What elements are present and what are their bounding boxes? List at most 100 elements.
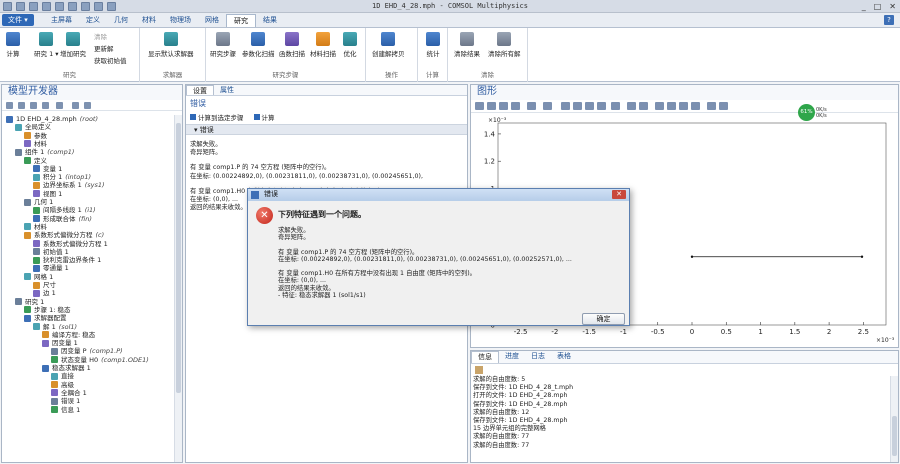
tab-results[interactable]: 结果 bbox=[256, 14, 284, 27]
tree-node[interactable]: 材料 bbox=[24, 140, 47, 148]
tab-study[interactable]: 研究 bbox=[226, 14, 256, 27]
select-icon[interactable] bbox=[543, 102, 552, 110]
tree-node[interactable]: 编译方程: 稳态 bbox=[42, 331, 95, 339]
tree-node[interactable]: 因变量 1 bbox=[42, 339, 78, 347]
study-dropdown-button[interactable]: 研究 1 ▾ bbox=[34, 32, 59, 58]
tab-geometry[interactable]: 几何 bbox=[107, 14, 135, 27]
clear-button[interactable]: 清除 bbox=[94, 31, 107, 41]
view-icon[interactable] bbox=[561, 102, 570, 110]
material-sweep-button[interactable]: 材料扫描 bbox=[310, 32, 336, 58]
move-up-icon[interactable] bbox=[30, 102, 37, 109]
clear-messages-icon[interactable] bbox=[475, 366, 483, 374]
clear-selection-icon[interactable] bbox=[639, 102, 648, 110]
tree-node[interactable]: 积分 1 (intop1) bbox=[33, 173, 91, 181]
get-initial-value-button[interactable]: 获取初始值 bbox=[94, 55, 127, 65]
scene-light-icon[interactable] bbox=[585, 102, 594, 110]
tab-materials[interactable]: 材料 bbox=[135, 14, 163, 27]
axis-icon[interactable] bbox=[527, 102, 536, 110]
tree-node[interactable]: 系数形式偏微分方程 (c) bbox=[24, 231, 104, 239]
update-solution-button[interactable]: 更新解 bbox=[94, 43, 114, 53]
close-button[interactable]: ✕ bbox=[889, 2, 896, 11]
study-steps-button[interactable]: 研究步骤 bbox=[210, 32, 236, 58]
tab-settings[interactable]: 设置 bbox=[186, 85, 214, 95]
add-study-button[interactable]: 增加研究 bbox=[60, 32, 86, 58]
parametric-sweep-button[interactable]: 参数化扫描 bbox=[242, 32, 275, 58]
tree-node[interactable]: 高级 bbox=[51, 381, 74, 389]
expand-all-icon[interactable] bbox=[84, 102, 91, 109]
tree-node[interactable]: 网格 1 bbox=[24, 273, 53, 281]
tree-node[interactable]: 直接 bbox=[51, 372, 74, 380]
tree-node[interactable]: 定义 bbox=[24, 157, 47, 165]
screenshot-icon[interactable] bbox=[667, 102, 676, 110]
model-tree-scrollbar[interactable] bbox=[174, 115, 182, 462]
print-icon[interactable] bbox=[655, 102, 664, 110]
tree-node[interactable]: 求解器配置 bbox=[24, 314, 67, 322]
error-section-header[interactable]: ▾ 错误 bbox=[186, 124, 467, 135]
tree-node[interactable]: 参数 bbox=[24, 132, 47, 140]
create-solution-copy-button[interactable]: 创建解拷贝 bbox=[372, 32, 405, 58]
statistics-button[interactable]: 统计 bbox=[426, 32, 440, 58]
file-menu[interactable]: 文件 ▾ bbox=[2, 14, 34, 26]
tree-node[interactable]: 1D EHD_4_28.mph (root) bbox=[6, 115, 98, 123]
forward-icon[interactable] bbox=[18, 102, 25, 109]
transparency-icon[interactable] bbox=[597, 102, 606, 110]
collapse-all-icon[interactable] bbox=[72, 102, 79, 109]
maximize-button[interactable]: □ bbox=[874, 2, 882, 11]
scrollbar-thumb[interactable] bbox=[176, 123, 181, 393]
zoom-in-icon[interactable] bbox=[475, 102, 484, 110]
camera-icon[interactable] bbox=[707, 102, 716, 110]
tree-node[interactable]: 研究 1 bbox=[15, 298, 44, 306]
tree-node[interactable]: 边界坐标系 1 (sys1) bbox=[33, 181, 105, 189]
tab-log[interactable]: 日志 bbox=[525, 351, 551, 363]
zoom-extents-icon[interactable] bbox=[511, 102, 520, 110]
show-icon[interactable] bbox=[56, 102, 63, 109]
grid-icon[interactable] bbox=[627, 102, 636, 110]
tab-mesh[interactable]: 网格 bbox=[198, 14, 226, 27]
tree-node[interactable]: 几何 1 bbox=[24, 198, 53, 206]
tree-node[interactable]: 错误 1 bbox=[51, 397, 80, 405]
tab-definitions[interactable]: 定义 bbox=[79, 14, 107, 27]
tab-home[interactable]: 主屏幕 bbox=[44, 14, 79, 27]
tab-table[interactable]: 表格 bbox=[551, 351, 577, 363]
tab-messages[interactable]: 信息 bbox=[471, 351, 499, 363]
messages-scrollbar[interactable] bbox=[890, 376, 898, 462]
render-icon[interactable] bbox=[573, 102, 582, 110]
tree-node[interactable]: 间隔多线段 1 (i1) bbox=[33, 206, 96, 214]
tree-node[interactable]: 材料 bbox=[24, 223, 47, 231]
tree-node[interactable]: 稳态求解器 1 bbox=[42, 364, 91, 372]
optimization-button[interactable]: 优化 bbox=[343, 32, 357, 58]
function-sweep-button[interactable]: 函数扫描 bbox=[279, 32, 305, 58]
tree-node[interactable]: 全耦合 1 bbox=[51, 389, 87, 397]
export-icon[interactable] bbox=[719, 102, 728, 110]
scrollbar-thumb[interactable] bbox=[892, 416, 897, 456]
wireframe-icon[interactable] bbox=[611, 102, 620, 110]
minimize-button[interactable]: _ bbox=[862, 2, 866, 11]
tree-node[interactable]: 尺寸 bbox=[33, 281, 56, 289]
tab-progress[interactable]: 进度 bbox=[499, 351, 525, 363]
tree-node[interactable]: 步骤 1: 稳态 bbox=[24, 306, 70, 314]
move-down-icon[interactable] bbox=[42, 102, 49, 109]
zoom-box-icon[interactable] bbox=[499, 102, 508, 110]
zoom-out-icon[interactable] bbox=[487, 102, 496, 110]
tree-node[interactable]: 零通量 1 bbox=[33, 264, 69, 272]
tree-node[interactable]: 边 1 bbox=[33, 289, 56, 297]
tree-node[interactable]: 组件 1 (comp1) bbox=[15, 148, 74, 156]
back-icon[interactable] bbox=[6, 102, 13, 109]
tree-node[interactable]: 因变量 P (comp1.P) bbox=[51, 347, 123, 355]
tree-node[interactable]: 解 1 (sol1) bbox=[33, 323, 77, 331]
show-default-solver-button[interactable]: 显示默认求解器 bbox=[148, 32, 194, 58]
clear-all-solutions-button[interactable]: 清除所有解 bbox=[488, 32, 521, 58]
tree-node[interactable]: 系数形式偏微分方程 1 bbox=[33, 240, 108, 248]
compute-to-selected-button[interactable]: 计算到选定步骤 bbox=[190, 112, 244, 122]
clear-results-button[interactable]: 清除结果 bbox=[454, 32, 480, 58]
tree-node[interactable]: 变量 1 bbox=[33, 165, 62, 173]
tab-properties[interactable]: 属性 bbox=[214, 85, 240, 95]
tree-node[interactable]: 狄利克雷边界条件 1 bbox=[33, 256, 101, 264]
tree-node[interactable]: 状态变量 H0 (comp1.ODE1) bbox=[51, 356, 149, 364]
tree-node[interactable]: 视图 1 bbox=[33, 190, 62, 198]
tree-node[interactable]: 初始值 1 bbox=[33, 248, 69, 256]
animation-icon[interactable] bbox=[691, 102, 700, 110]
tab-physics[interactable]: 物理场 bbox=[163, 14, 198, 27]
help-button[interactable]: ? bbox=[884, 15, 894, 25]
compute-button[interactable]: 计算 bbox=[6, 32, 20, 58]
